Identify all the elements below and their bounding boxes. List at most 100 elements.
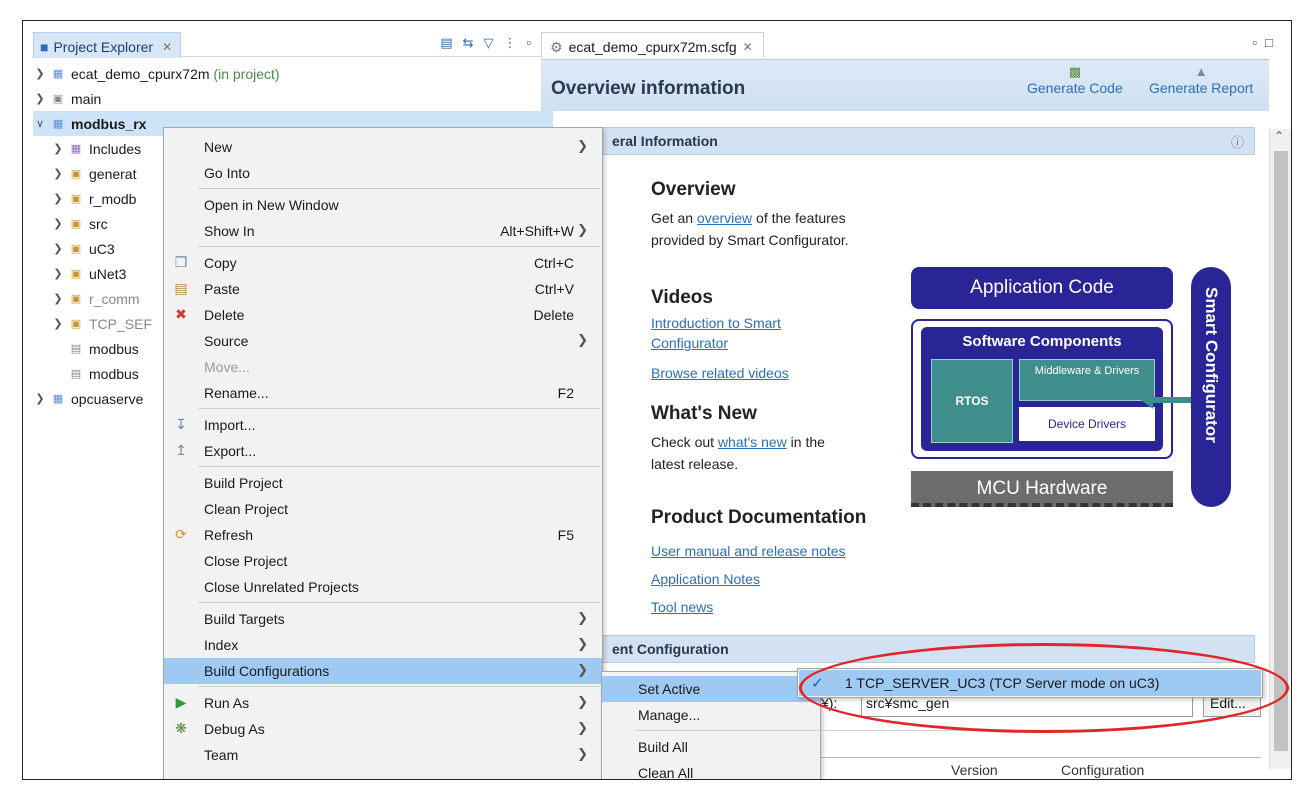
editor-window-controls: ▫□ — [1253, 35, 1281, 50]
scroll-up-icon[interactable]: ⌃ — [1274, 129, 1284, 143]
diagram-smart-configurator: Smart Configurator — [1191, 267, 1231, 507]
tree-item-label: ecat_demo_cpurx72m — [71, 65, 210, 82]
menu-separator — [198, 686, 600, 687]
application-notes-link[interactable]: Application Notes — [651, 569, 760, 589]
tool-news-link[interactable]: Tool news — [651, 597, 713, 617]
menu-item-label: Debug As — [204, 721, 265, 737]
overview-text-line2: provided by Smart Configurator. — [651, 232, 849, 248]
menu-item-clean-all[interactable]: Clean All — [602, 760, 820, 779]
menu-item-paste[interactable]: ▤ Paste Ctrl+V — [164, 276, 602, 302]
overview-link[interactable]: overview — [697, 210, 752, 226]
chevron-right-icon[interactable]: ❯ — [51, 167, 65, 180]
tree-item-ecat-demo[interactable]: ❯ ▦ ecat_demo_cpurx72m (in project) — [33, 61, 553, 86]
editor-tab[interactable]: ⚙ ecat_demo_cpurx72m.scfg ✕ — [541, 32, 764, 58]
user-manual-link-label[interactable]: User manual and release notes — [651, 543, 846, 559]
chevron-down-icon[interactable]: ∨ — [33, 117, 47, 130]
chevron-right-icon[interactable]: ❯ — [51, 317, 65, 330]
project-explorer-icon: ■ — [40, 39, 49, 55]
minimize-icon[interactable]: ▫ — [1253, 35, 1266, 50]
link-editor-icon[interactable]: ⇆ — [463, 35, 474, 51]
menu-item-label: Copy — [204, 255, 237, 271]
menu-separator — [198, 466, 600, 467]
menu-item-build-project[interactable]: Build Project — [164, 470, 602, 496]
menu-item-source[interactable]: Source ❯ — [164, 328, 602, 354]
help-icon[interactable]: ⓘ — [1231, 132, 1244, 151]
chevron-right-icon[interactable]: ❯ — [51, 142, 65, 155]
menu-item-clean-project[interactable]: Clean Project — [164, 496, 602, 522]
collapse-all-icon[interactable]: ▤ — [440, 35, 452, 51]
menu-item-set-active[interactable]: Set Active❯ — [602, 676, 820, 702]
menu-item-rename[interactable]: Rename... F2 — [164, 380, 602, 406]
menu-item-index[interactable]: Index ❯ — [164, 632, 602, 658]
menu-item-build-configurations[interactable]: Build Configurations ❯ — [164, 658, 602, 684]
tree-item-main[interactable]: ❯ ▣ main — [33, 86, 553, 111]
chevron-right-icon[interactable]: ❯ — [33, 392, 47, 405]
minimize-icon[interactable]: ▫ — [527, 35, 532, 51]
chevron-right-icon[interactable]: ❯ — [51, 192, 65, 205]
run-icon: ▶ — [175, 694, 187, 710]
generate-report-button[interactable]: ▲ Generate Report — [1149, 64, 1253, 96]
intro-video-link-line1[interactable]: Introduction to Smart — [651, 315, 781, 331]
general-information-header[interactable]: eral Information ⓘ — [551, 127, 1255, 155]
browse-videos-link-label[interactable]: Browse related videos — [651, 365, 789, 381]
menu-item-import[interactable]: ↧ Import... — [164, 412, 602, 438]
whats-new-heading: What's New — [651, 403, 757, 424]
menu-item-shortcut: Ctrl+C — [533, 255, 574, 271]
user-manual-link[interactable]: User manual and release notes — [651, 541, 846, 561]
intro-video-link-line2[interactable]: Configurator — [651, 335, 728, 351]
chevron-right-icon[interactable]: ❯ — [51, 217, 65, 230]
menu-item-delete[interactable]: ✖ Delete Delete — [164, 302, 602, 328]
menu-item-label: New — [204, 139, 233, 155]
project-icon: ▦ — [52, 68, 64, 80]
whats-new-link[interactable]: what's new — [718, 434, 787, 450]
column-header-configuration[interactable]: Configuration — [1061, 762, 1144, 778]
menu-item-label: Set Active — [638, 681, 701, 697]
project-explorer-tab[interactable]: ■ Project Explorer ✕ — [33, 32, 182, 58]
current-configuration-label: ent Configuration — [612, 641, 729, 657]
menu-item-run-as[interactable]: ▶ Run As ❯ — [164, 690, 602, 716]
menu-item-go-into[interactable]: Go Into — [164, 160, 602, 186]
menu-item-team[interactable]: Team ❯ — [164, 742, 602, 768]
chevron-right-icon[interactable]: ❯ — [51, 267, 65, 280]
menu-item-build-targets[interactable]: Build Targets ❯ — [164, 606, 602, 632]
browse-videos-link[interactable]: Browse related videos — [651, 363, 789, 383]
menu-item-manage[interactable]: Manage... — [602, 702, 820, 728]
menu-item-move: Move... — [164, 354, 602, 380]
menu-item-label: Close Project — [204, 553, 288, 569]
chevron-right-icon[interactable]: ❯ — [33, 67, 47, 80]
view-menu-icon[interactable]: ⋮ — [504, 35, 517, 51]
menu-item-export[interactable]: ↥ Export... — [164, 438, 602, 464]
import-icon: ↧ — [175, 416, 187, 432]
close-icon[interactable]: ✕ — [743, 40, 753, 54]
menu-item-close-unrelated[interactable]: Close Unrelated Projects — [164, 574, 602, 600]
close-icon[interactable]: ✕ — [162, 40, 172, 54]
tool-news-link-label[interactable]: Tool news — [651, 599, 713, 615]
excluded-folder-icon: ▣ — [70, 293, 82, 305]
menu-item-build-all[interactable]: Build All — [602, 734, 820, 760]
menu-item-refresh[interactable]: ⟳ Refresh F5 — [164, 522, 602, 548]
menu-item-shortcut: Ctrl+V — [534, 281, 574, 297]
whats-new-text-post: in the — [786, 434, 825, 450]
menu-item-shortcut: Alt+Shift+W — [500, 223, 574, 239]
menu-item-new[interactable]: New ❯ — [164, 134, 602, 160]
menu-item-debug-as[interactable]: ❋ Debug As ❯ — [164, 716, 602, 742]
intro-video-link[interactable]: Introduction to Smart Configurator — [651, 313, 781, 353]
maximize-icon[interactable]: □ — [1265, 35, 1281, 50]
annotation-highlight-oval — [799, 643, 1289, 733]
menu-item-close-project[interactable]: Close Project — [164, 548, 602, 574]
menu-item-label: Index — [204, 637, 239, 653]
menu-item-copy[interactable]: ❐ Copy Ctrl+C — [164, 250, 602, 276]
chevron-right-icon[interactable]: ❯ — [33, 92, 47, 105]
overview-header: Overview information ▩ Generate Code ▲ G… — [541, 59, 1269, 111]
copy-icon: ❐ — [174, 254, 188, 270]
chevron-right-icon[interactable]: ❯ — [51, 292, 65, 305]
chevron-right-icon: ❯ — [577, 222, 588, 237]
application-notes-link-label[interactable]: Application Notes — [651, 571, 760, 587]
column-header-version[interactable]: Version — [951, 762, 998, 778]
generate-code-button[interactable]: ▩ Generate Code — [1027, 64, 1123, 96]
menu-item-show-in[interactable]: Show In Alt+Shift+W ❯ — [164, 218, 602, 244]
diagram-middleware: Middleware & Drivers — [1019, 359, 1155, 401]
filter-icon[interactable]: ▽ — [484, 35, 494, 51]
chevron-right-icon[interactable]: ❯ — [51, 242, 65, 255]
menu-item-open-new-window[interactable]: Open in New Window — [164, 192, 602, 218]
